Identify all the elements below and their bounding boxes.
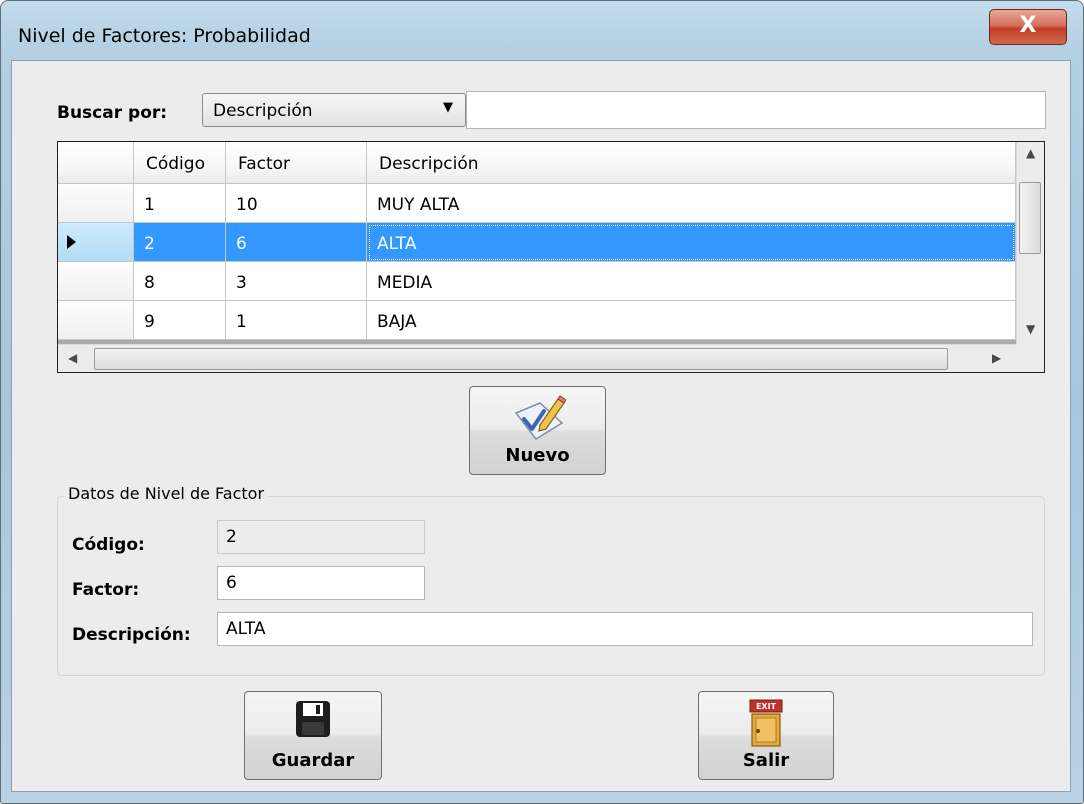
cell-codigo[interactable]: 1	[134, 184, 226, 223]
search-label: Buscar por:	[57, 103, 168, 123]
cell-codigo[interactable]: 9	[134, 301, 226, 340]
pencil-check-icon	[510, 393, 567, 447]
guardar-button[interactable]: Guardar	[244, 691, 382, 780]
search-by-dropdown[interactable]: Descripción ▼	[202, 93, 466, 127]
cell-factor[interactable]: 6	[226, 223, 367, 262]
salir-button[interactable]: EXIT Salir	[698, 691, 834, 780]
descripcion-field[interactable]: ALTA	[217, 612, 1033, 646]
scroll-down-icon[interactable]: ▼	[1026, 322, 1035, 336]
column-header-codigo[interactable]: Código	[134, 142, 226, 184]
row-header[interactable]	[58, 301, 134, 340]
table-row[interactable]: 1 10 MUY ALTA	[58, 184, 1016, 223]
codigo-label: Código:	[72, 535, 145, 555]
descripcion-label: Descripción:	[72, 625, 191, 645]
row-pointer-icon	[67, 235, 76, 249]
factors-grid[interactable]: Código Factor Descripción 1 10 MUY ALTA …	[57, 141, 1045, 373]
row-header[interactable]	[58, 184, 134, 223]
table-row[interactable]: 9 1 BAJA	[58, 301, 1016, 340]
exit-sign-text: EXIT	[756, 702, 777, 711]
client-area: Buscar por: Descripción ▼ Código Factor …	[11, 60, 1071, 792]
horizontal-scrollbar[interactable]: ◀ ▶	[58, 344, 1016, 372]
scroll-right-icon[interactable]: ▶	[992, 351, 1001, 365]
cell-descripcion[interactable]: MUY ALTA	[367, 184, 1016, 223]
cell-descripcion[interactable]: BAJA	[367, 301, 1016, 340]
details-group-title: Datos de Nivel de Factor	[64, 484, 269, 503]
floppy-disk-icon	[293, 698, 333, 744]
vertical-scroll-thumb[interactable]	[1019, 182, 1041, 254]
factor-field[interactable]: 6	[217, 566, 425, 600]
nuevo-button[interactable]: Nuevo	[469, 386, 606, 475]
salir-label: Salir	[742, 750, 790, 771]
cell-descripcion[interactable]: ALTA	[367, 223, 1016, 262]
table-row-selected[interactable]: 2 6 ALTA	[58, 223, 1016, 262]
exit-door-icon: EXIT	[744, 698, 788, 752]
search-input[interactable]	[466, 91, 1046, 129]
nuevo-label: Nuevo	[505, 445, 570, 466]
grid-header: Código Factor Descripción	[58, 142, 1016, 184]
chevron-down-icon: ▼	[443, 100, 453, 115]
cell-codigo[interactable]: 8	[134, 262, 226, 301]
column-header-descripcion[interactable]: Descripción	[367, 142, 1016, 184]
cell-factor[interactable]: 1	[226, 301, 367, 340]
factor-label: Factor:	[72, 580, 140, 600]
guardar-label: Guardar	[271, 750, 355, 771]
search-by-selected: Descripción	[213, 101, 313, 121]
cell-factor[interactable]: 10	[226, 184, 367, 223]
vertical-scrollbar[interactable]: ▲ ▼	[1016, 142, 1044, 344]
close-button[interactable]: X	[989, 9, 1067, 45]
cell-factor[interactable]: 3	[226, 262, 367, 301]
row-header-corner	[58, 142, 134, 184]
column-header-factor[interactable]: Factor	[226, 142, 367, 184]
scroll-left-icon[interactable]: ◀	[68, 351, 77, 365]
title-bar[interactable]: Nivel de Factores: Probabilidad X	[1, 1, 1083, 59]
details-group	[57, 496, 1045, 676]
row-header[interactable]	[58, 223, 134, 262]
table-row[interactable]: 8 3 MEDIA	[58, 262, 1016, 301]
cell-descripcion[interactable]: MEDIA	[367, 262, 1016, 301]
row-header[interactable]	[58, 262, 134, 301]
main-window: Nivel de Factores: Probabilidad X Buscar…	[0, 0, 1084, 804]
window-title: Nivel de Factores: Probabilidad	[18, 25, 311, 47]
codigo-field: 2	[217, 520, 425, 554]
scroll-corner	[1016, 344, 1044, 372]
horizontal-scroll-thumb[interactable]	[94, 348, 948, 370]
cell-codigo[interactable]: 2	[134, 223, 226, 262]
scroll-up-icon[interactable]: ▲	[1026, 146, 1035, 160]
close-icon: X	[1019, 13, 1037, 38]
